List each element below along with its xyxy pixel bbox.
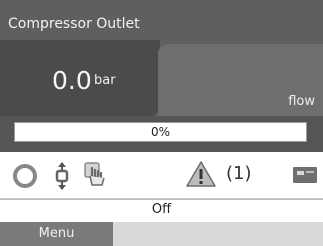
pressure-regulation-icon[interactable] xyxy=(52,160,72,192)
hand-control-icon[interactable] xyxy=(82,158,110,190)
controller-screen: Compressor Outlet 0.0 bar flow 0% (1) Of… xyxy=(0,0,323,246)
flow-label: flow xyxy=(288,94,315,109)
menu-button-label: Menu xyxy=(38,226,75,241)
menu-button[interactable]: Menu xyxy=(0,222,113,246)
warning-triangle-icon[interactable] xyxy=(185,160,217,188)
progress-label: 0% xyxy=(150,125,171,139)
pressure-value: 0.0 xyxy=(52,66,92,95)
card-reader-icon[interactable] xyxy=(292,166,318,184)
state-row: Off xyxy=(0,199,323,222)
state-label: Off xyxy=(151,202,172,217)
alarm-count[interactable]: (1) xyxy=(226,163,252,184)
page-title: Compressor Outlet xyxy=(8,16,140,32)
pressure-unit: bar xyxy=(94,73,116,88)
status-icon-row xyxy=(0,152,323,199)
progress-bar: 0% xyxy=(14,122,307,142)
circle-ring-icon[interactable] xyxy=(12,163,38,189)
